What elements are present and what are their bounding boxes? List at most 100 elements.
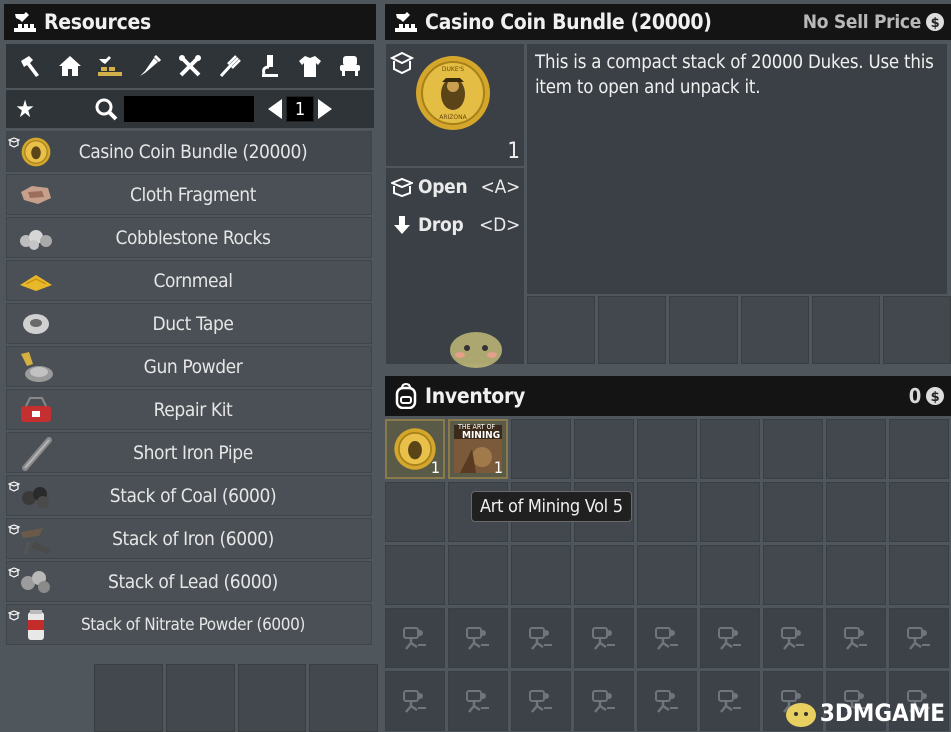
resource-row[interactable]: Short Iron Pipe: [6, 432, 372, 473]
locked-inventory-slot[interactable]: [700, 671, 760, 731]
inventory-slot[interactable]: [763, 419, 823, 479]
crafting-hammer-icon: [10, 8, 40, 36]
locked-inventory-slot[interactable]: [763, 608, 823, 668]
cloth-icon: [6, 174, 66, 215]
locked-inventory-slot[interactable]: [385, 608, 445, 668]
empty-slot[interactable]: [94, 664, 163, 732]
inventory-slot[interactable]: [637, 419, 697, 479]
resource-row[interactable]: Stack of Iron (6000): [6, 518, 372, 559]
resource-name: Stack of Iron (6000): [112, 527, 274, 550]
locked-slot-icon: [400, 623, 430, 653]
drop-action-button[interactable]: Drop <D>: [386, 206, 524, 244]
inventory-slot[interactable]: [889, 545, 949, 605]
inventory-slot[interactable]: [700, 545, 760, 605]
inventory-slot[interactable]: [637, 482, 697, 542]
page-number[interactable]: 1: [286, 96, 314, 122]
house-icon[interactable]: [52, 48, 88, 84]
inventory-slot[interactable]: 1: [385, 419, 445, 479]
empty-slot[interactable]: [237, 664, 307, 732]
locked-slot-icon: [589, 686, 619, 716]
stat-slot: [669, 296, 738, 364]
inventory-slot[interactable]: [385, 482, 445, 542]
locked-slot-icon: [841, 623, 871, 653]
fork-icon[interactable]: [212, 48, 248, 84]
tape-icon: [6, 303, 66, 344]
inventory-slot[interactable]: [511, 545, 571, 605]
drop-action-label: Drop: [418, 214, 464, 236]
search-input[interactable]: [124, 96, 254, 122]
openable-badge-icon: [7, 477, 21, 496]
open-action-button[interactable]: Open <A>: [386, 168, 524, 206]
inventory-slot[interactable]: [826, 419, 886, 479]
tools-icon[interactable]: [172, 48, 208, 84]
backpack-icon: [391, 382, 421, 410]
drop-action-key: <D>: [479, 214, 520, 236]
inventory-slot[interactable]: [574, 419, 634, 479]
resource-row[interactable]: Repair Kit: [6, 389, 372, 430]
locked-slot-icon: [778, 623, 808, 653]
empty-slot[interactable]: [309, 664, 378, 732]
page-next-arrow-icon[interactable]: [314, 94, 336, 124]
book-title-main: MINING: [462, 430, 501, 441]
stat-slot: [598, 296, 667, 364]
inventory-slot[interactable]: [385, 545, 445, 605]
openable-badge-icon: [7, 563, 21, 582]
chair-icon[interactable]: [332, 48, 368, 84]
locked-inventory-slot[interactable]: [511, 671, 571, 731]
locked-inventory-slot[interactable]: [448, 671, 508, 731]
inventory-slot[interactable]: [511, 419, 571, 479]
stat-slots: [527, 296, 951, 364]
locked-slot-icon: [526, 686, 556, 716]
resource-row[interactable]: Duct Tape: [6, 303, 372, 344]
inventory-slot[interactable]: [448, 545, 508, 605]
openable-badge-icon: [7, 133, 21, 152]
resource-row[interactable]: Stack of Coal (6000): [6, 475, 372, 516]
locked-inventory-slot[interactable]: [637, 608, 697, 668]
locked-inventory-slot[interactable]: [700, 608, 760, 668]
page-prev-arrow-icon[interactable]: [264, 94, 286, 124]
inventory-slot[interactable]: [700, 419, 760, 479]
locked-inventory-slot[interactable]: [448, 608, 508, 668]
resource-row[interactable]: Stack of Nitrate Powder (6000): [6, 604, 372, 645]
resource-row[interactable]: Casino Coin Bundle (20000): [6, 131, 372, 172]
inventory-slot[interactable]: [700, 482, 760, 542]
locked-slot-icon: [463, 686, 493, 716]
locked-slot-icon: [652, 686, 682, 716]
resource-row[interactable]: Stack of Lead (6000): [6, 561, 372, 602]
inventory-slot[interactable]: [637, 545, 697, 605]
inventory-grid: 1 THE ART OF MINING 1: [385, 419, 951, 732]
inventory-slot[interactable]: [889, 482, 949, 542]
inventory-slot[interactable]: [826, 482, 886, 542]
locked-inventory-slot[interactable]: [889, 608, 949, 668]
inventory-slot[interactable]: THE ART OF MINING 1: [448, 419, 508, 479]
inventory-slot[interactable]: [763, 482, 823, 542]
inventory-money-value: 0: [908, 384, 922, 408]
inventory-slot[interactable]: [826, 545, 886, 605]
resource-row[interactable]: Cornmeal: [6, 260, 372, 301]
hammer-icon[interactable]: [12, 48, 48, 84]
inventory-slot[interactable]: [889, 419, 949, 479]
resource-row[interactable]: Cobblestone Rocks: [6, 217, 372, 258]
cornmeal-icon: [6, 260, 66, 301]
resource-row[interactable]: Gun Powder: [6, 346, 372, 387]
locked-inventory-slot[interactable]: [511, 608, 571, 668]
inventory-slot[interactable]: [763, 545, 823, 605]
resource-name: Stack of Lead (6000): [108, 570, 278, 593]
empty-slot[interactable]: [165, 664, 235, 732]
microscope-icon[interactable]: [252, 48, 288, 84]
open-box-icon: [390, 177, 414, 197]
locked-slot-icon: [589, 623, 619, 653]
resource-name: Cornmeal: [153, 269, 233, 292]
locked-inventory-slot[interactable]: [574, 671, 634, 731]
locked-inventory-slot[interactable]: [385, 671, 445, 731]
locked-inventory-slot[interactable]: [574, 608, 634, 668]
inventory-slot[interactable]: [574, 545, 634, 605]
shirt-icon[interactable]: [292, 48, 328, 84]
resource-row[interactable]: Cloth Fragment: [6, 174, 372, 215]
favorite-star-icon[interactable]: ★: [8, 92, 42, 126]
syringe-icon[interactable]: [132, 48, 168, 84]
locked-inventory-slot[interactable]: [826, 608, 886, 668]
locked-inventory-slot[interactable]: [637, 671, 697, 731]
locked-slot-icon: [715, 686, 745, 716]
blocks-icon[interactable]: [92, 48, 128, 84]
